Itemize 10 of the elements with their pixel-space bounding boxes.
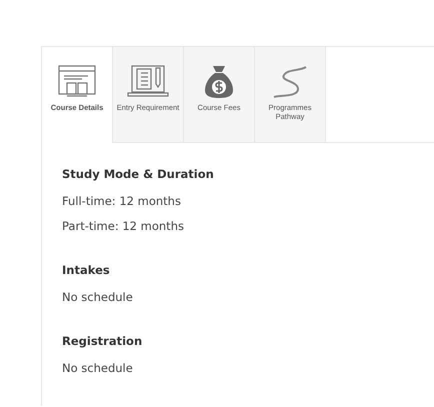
detail-text: Full-time: 12 months: [62, 193, 182, 210]
detail-text: No schedule: [62, 289, 134, 306]
section-heading: Registration: [62, 333, 144, 350]
laptop-checklist-icon: [127, 65, 169, 99]
section-heading: Study Mode & Duration: [62, 166, 215, 183]
book-window-icon: [58, 65, 96, 99]
detail-text: No schedule: [62, 360, 134, 377]
money-bag-icon: [204, 65, 234, 99]
detail-text: Part-time: 12 months: [62, 218, 185, 235]
section-heading: Intakes: [62, 262, 111, 279]
